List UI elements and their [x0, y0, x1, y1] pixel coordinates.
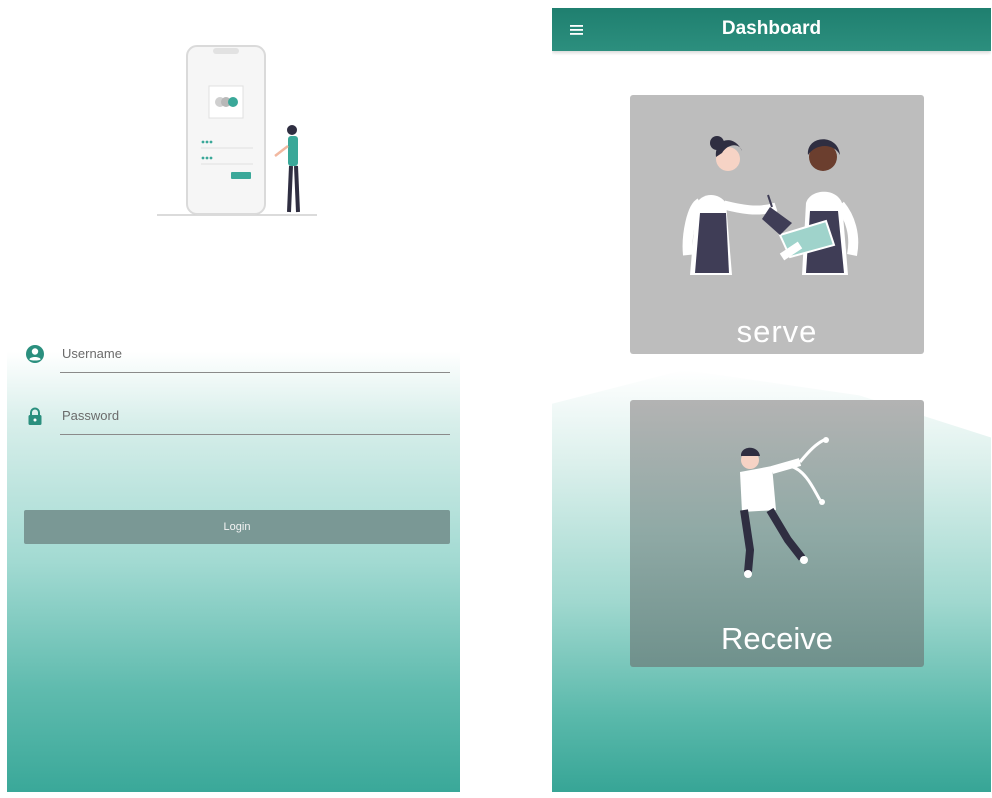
receive-label: Receive	[721, 621, 833, 656]
app-bar: Dashboard	[552, 8, 991, 51]
username-underline	[60, 372, 450, 373]
username-row	[25, 340, 452, 380]
password-underline	[60, 434, 450, 435]
password-input[interactable]	[60, 402, 452, 428]
serve-card[interactable]: serve	[630, 95, 924, 354]
serve-label: serve	[736, 314, 818, 349]
phone-login-illustration	[157, 45, 317, 216]
login-screen: Login	[7, 0, 460, 792]
username-input[interactable]	[60, 340, 452, 366]
account-circle-icon	[26, 345, 44, 363]
receive-card[interactable]: Receive	[630, 400, 924, 667]
serve-illustration	[682, 136, 859, 275]
page-title: Dashboard	[721, 18, 822, 39]
receive-illustration	[740, 437, 829, 578]
password-row	[25, 402, 452, 442]
login-button[interactable]: Login	[24, 510, 450, 544]
lock-icon	[28, 407, 42, 425]
dashboard-screen: Dashboard serve Receive	[552, 0, 991, 792]
